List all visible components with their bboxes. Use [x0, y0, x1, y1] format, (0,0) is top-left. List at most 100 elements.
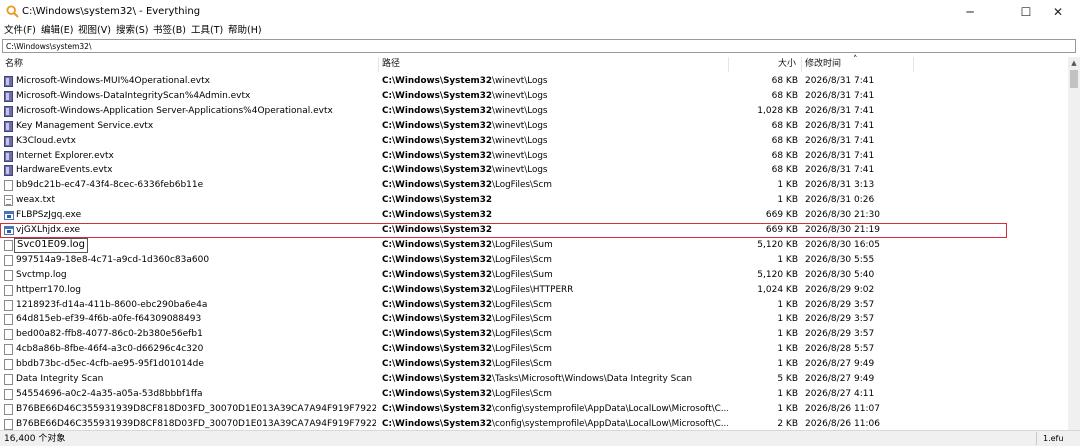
column-divider[interactable] — [801, 57, 802, 72]
column-header-date[interactable]: 修改时间 — [805, 58, 841, 70]
file-size: 68 KB — [771, 90, 798, 101]
file-path-root: C:\Windows\System32 — [382, 150, 492, 161]
table-row[interactable]: B76BE66D46C355931939D8CF818D03FD_30070D1… — [0, 417, 1068, 430]
file-path: C:\Windows\System32\config\systemprofile… — [382, 418, 728, 430]
file-path-root: C:\Windows\System32 — [382, 135, 492, 146]
event-log-file-icon — [4, 135, 13, 147]
table-row[interactable]: 1218923f-d14a-411b-8600-ebc290ba6e4a C:\… — [0, 298, 1068, 313]
file-path-root: C:\Windows\System32 — [382, 329, 492, 340]
menu-help[interactable]: 帮助(H) — [228, 24, 262, 37]
column-header: 名称 路径 大小 修改时间 ˄ — [0, 55, 1080, 72]
search-input[interactable] — [3, 40, 1075, 52]
table-row[interactable]: Internet Explorer.evtx C:\Windows\System… — [0, 149, 1068, 164]
file-size: 1,028 KB — [757, 105, 798, 116]
file-modified-date: 2026/8/29 3:57 — [805, 314, 875, 325]
file-modified-date: 2026/8/29 3:57 — [805, 329, 875, 340]
window-title: C:\Windows\system32\ - Everything — [22, 6, 201, 17]
file-size: 1 KB — [777, 254, 798, 265]
menu-tools[interactable]: 工具(T) — [191, 24, 223, 37]
table-row[interactable]: C:\Windows\System32\LogFiles\Sum 5,120 K… — [0, 237, 1068, 253]
table-row[interactable]: vjGXLhjdx.exe C:\Windows\System32 669 KB… — [0, 223, 1068, 238]
file-modified-date: 2026/8/30 5:55 — [805, 254, 875, 265]
table-row[interactable]: 997514a9-18e8-4c71-a9cd-1d360c83a600 C:\… — [0, 253, 1068, 268]
table-row[interactable]: 64d815eb-ef39-4f6b-a0fe-f64309088493 C:\… — [0, 312, 1068, 327]
file-path: C:\Windows\System32\winevt\Logs — [382, 90, 728, 103]
scrollbar-thumb[interactable] — [1070, 70, 1078, 88]
scroll-up-arrow-icon[interactable]: ▲ — [1068, 57, 1080, 69]
file-modified-date: 2026/8/30 16:05 — [805, 239, 880, 250]
file-path-rest: \winevt\Logs — [491, 105, 548, 116]
file-path: C:\Windows\System32\winevt\Logs — [382, 135, 728, 148]
file-name: Microsoft-Windows-DataIntegrityScan%4Adm… — [16, 90, 251, 101]
column-header-size[interactable]: 大小 — [778, 58, 796, 70]
table-row[interactable]: 54554696-a0c2-4a35-a05a-53d8bbbf1ffa C:\… — [0, 387, 1068, 402]
table-row[interactable]: FLBPSzJgq.exe C:\Windows\System32 669 KB… — [0, 208, 1068, 223]
file-modified-date: 2026/8/30 21:19 — [805, 225, 880, 235]
column-header-name[interactable]: 名称 — [5, 58, 23, 70]
generic-file-icon — [4, 180, 13, 192]
table-row[interactable]: bbdb73bc-d5ec-4cfb-ae95-95f1d01014de C:\… — [0, 357, 1068, 372]
file-name: bed00a82-ffb8-4077-86c0-2b380e56efb1 — [16, 329, 203, 340]
file-name: Key Management Service.evtx — [16, 120, 154, 131]
column-divider[interactable] — [728, 57, 729, 72]
file-path-rest: \LogFiles\Scm — [491, 329, 552, 340]
vertical-scrollbar[interactable]: ▲ — [1068, 57, 1080, 430]
close-button[interactable]: ✕ — [1036, 0, 1080, 24]
table-row[interactable]: weax.txt C:\Windows\System32 1 KB 2026/8… — [0, 193, 1068, 208]
file-name: B76BE66D46C355931939D8CF818D03FD_30070D1… — [16, 403, 376, 414]
file-size: 68 KB — [771, 135, 798, 146]
column-divider[interactable] — [378, 57, 379, 72]
table-row[interactable]: bb9dc21b-ec47-43f4-8cec-6336feb6b11e C:\… — [0, 178, 1068, 193]
column-divider[interactable] — [913, 57, 914, 72]
menu-view[interactable]: 视图(V) — [78, 24, 111, 37]
table-row[interactable]: httperr170.log C:\Windows\System32\LogFi… — [0, 283, 1068, 298]
file-path: C:\Windows\System32\LogFiles\Scm — [382, 299, 728, 312]
menu-bookmarks[interactable]: 书签(B) — [153, 24, 186, 37]
executable-file-icon — [4, 211, 14, 221]
file-path: C:\Windows\System32 — [382, 224, 728, 237]
status-bar: 16,400 个对象 1.efu — [0, 430, 1080, 446]
file-path-root: C:\Windows\System32 — [382, 180, 492, 191]
file-path: C:\Windows\System32\winevt\Logs — [382, 105, 728, 118]
table-row[interactable]: B76BE66D46C355931939D8CF818D03FD_30070D1… — [0, 402, 1068, 417]
table-row[interactable]: K3Cloud.evtx C:\Windows\System32\winevt\… — [0, 134, 1068, 149]
file-modified-date: 2026/8/26 11:07 — [805, 403, 880, 414]
file-modified-date: 2026/8/31 7:41 — [805, 105, 875, 116]
table-row[interactable]: Key Management Service.evtx C:\Windows\S… — [0, 119, 1068, 134]
column-header-path[interactable]: 路径 — [382, 58, 400, 70]
generic-file-icon — [4, 314, 13, 326]
menu-edit[interactable]: 编辑(E) — [41, 24, 73, 37]
file-path-root: C:\Windows\System32 — [382, 210, 492, 221]
file-path: C:\Windows\System32\LogFiles\Scm — [382, 179, 728, 192]
file-path-root: C:\Windows\System32 — [382, 388, 492, 399]
file-size: 1,024 KB — [757, 284, 798, 295]
table-row[interactable]: 4cb8a86b-8fbe-46f4-a3c0-d66296c4c320 C:\… — [0, 342, 1068, 357]
file-modified-date: 2026/8/29 9:02 — [805, 284, 875, 295]
table-row[interactable]: bed00a82-ffb8-4077-86c0-2b380e56efb1 C:\… — [0, 327, 1068, 342]
minimize-button[interactable]: ─ — [948, 0, 992, 24]
file-size: 5,120 KB — [757, 269, 798, 280]
file-path-root: C:\Windows\System32 — [382, 314, 492, 325]
table-row[interactable]: Svctmp.log C:\Windows\System32\LogFiles\… — [0, 268, 1068, 283]
file-path: C:\Windows\System32\LogFiles\Sum — [382, 239, 728, 252]
object-count: 16,400 个对象 — [4, 434, 66, 444]
file-path-root: C:\Windows\System32 — [382, 76, 492, 86]
event-log-file-icon — [4, 105, 13, 117]
menu-search[interactable]: 搜索(S) — [116, 24, 148, 37]
table-row[interactable]: Microsoft-Windows-DataIntegrityScan%4Adm… — [0, 89, 1068, 104]
table-row[interactable]: Microsoft-Windows-Application Server-App… — [0, 104, 1068, 119]
file-path-root: C:\Windows\System32 — [382, 359, 492, 370]
file-path-root: C:\Windows\System32 — [382, 90, 492, 101]
file-name: 4cb8a86b-8fbe-46f4-a3c0-d66296c4c320 — [16, 344, 204, 355]
file-size: 1 KB — [777, 344, 798, 355]
table-row[interactable]: Microsoft-Windows-MUI%4Operational.evtx … — [0, 74, 1068, 89]
file-path-rest: \LogFiles\HTTPERR — [491, 284, 574, 295]
sort-ascending-icon: ˄ — [853, 55, 858, 65]
file-path-root: C:\Windows\System32 — [382, 165, 492, 176]
file-path-rest: \config\systemprofile\AppData\LocalLow\M… — [491, 418, 728, 429]
menu-file[interactable]: 文件(F) — [4, 24, 36, 37]
table-row[interactable]: Data Integrity Scan C:\Windows\System32\… — [0, 372, 1068, 387]
table-row[interactable]: HardwareEvents.evtx C:\Windows\System32\… — [0, 163, 1068, 178]
menu-bar: 文件(F) 编辑(E) 视图(V) 搜索(S) 书签(B) 工具(T) 帮助(H… — [0, 23, 1080, 39]
file-path-root: C:\Windows\System32 — [382, 403, 492, 414]
